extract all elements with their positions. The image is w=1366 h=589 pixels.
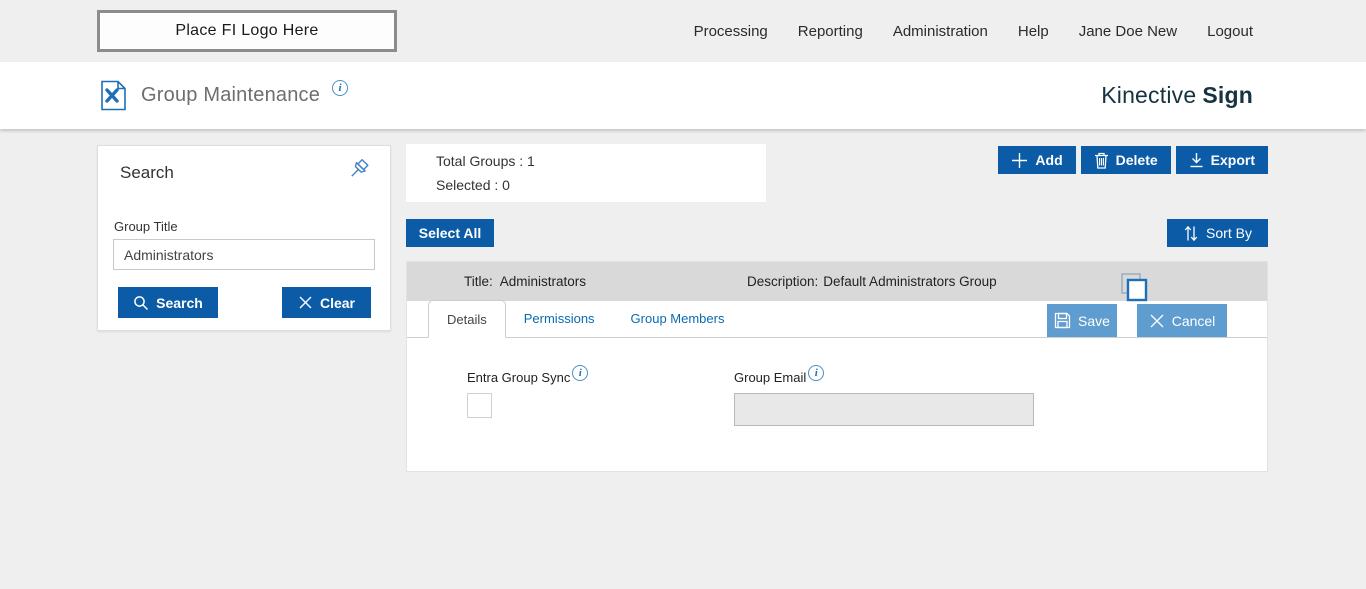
- export-button-label: Export: [1210, 152, 1255, 168]
- select-all-label: Select All: [418, 225, 482, 241]
- delete-button-label: Delete: [1115, 152, 1158, 168]
- group-email-input: [734, 393, 1034, 426]
- group-actions: Add Delete Export: [998, 146, 1268, 174]
- top-bar: Place FI Logo Here Processing Reporting …: [0, 0, 1366, 62]
- group-title-field: Title: Administrators: [464, 262, 586, 301]
- sort-arrows-icon: [1184, 225, 1198, 241]
- cancel-x-icon: [1150, 314, 1164, 327]
- fi-logo-text: Place FI Logo Here: [175, 22, 319, 39]
- entra-group-sync-label: Entra Group Sync: [467, 370, 571, 385]
- nav-item-processing[interactable]: Processing: [694, 23, 768, 40]
- copy-icon[interactable]: [1119, 272, 1149, 302]
- search-panel-title: Search: [120, 163, 174, 182]
- search-panel: Search Group Title Search: [97, 145, 391, 331]
- main-area: Search Group Title Search: [0, 129, 1366, 589]
- nav-item-reporting[interactable]: Reporting: [798, 23, 863, 40]
- brand-regular: Kinective: [1101, 82, 1197, 108]
- clear-button-label: Clear: [319, 294, 356, 311]
- fi-logo-placeholder: Place FI Logo Here: [97, 10, 397, 52]
- tab-permissions[interactable]: Permissions: [506, 300, 613, 337]
- pin-icon[interactable]: [345, 156, 372, 183]
- nav-item-logout[interactable]: Logout: [1207, 23, 1253, 40]
- entra-group-sync-label-block: Entra Group Sync i: [467, 365, 589, 387]
- clear-button[interactable]: Clear: [282, 287, 371, 318]
- group-email-info-icon[interactable]: i: [808, 365, 825, 381]
- sort-by-button[interactable]: Sort By: [1167, 219, 1268, 247]
- total-groups-text: Total Groups : 1: [436, 153, 535, 169]
- sort-by-label: Sort By: [1206, 225, 1252, 241]
- app-root: Place FI Logo Here Processing Reporting …: [0, 0, 1366, 589]
- nav-item-administration[interactable]: Administration: [893, 23, 988, 40]
- delete-button[interactable]: Delete: [1080, 146, 1171, 174]
- group-maintenance-doc-icon: [101, 80, 126, 111]
- brand-bold: Sign: [1202, 82, 1253, 108]
- group-title-input[interactable]: [113, 239, 375, 270]
- nav-item-help[interactable]: Help: [1018, 23, 1049, 40]
- clear-x-icon: [299, 296, 312, 309]
- export-button[interactable]: Export: [1175, 146, 1268, 174]
- tab-details[interactable]: Details: [428, 300, 506, 338]
- entra-group-sync-checkbox[interactable]: [467, 393, 492, 418]
- group-detail-panel: Title: Administrators Description: Default…: [406, 261, 1268, 472]
- nav-item-user[interactable]: Jane Doe New: [1079, 23, 1177, 40]
- group-title-field-value: Administrators: [499, 274, 587, 289]
- group-description-field: Description: Default Administrators Group: [747, 262, 997, 301]
- entra-group-sync-info-icon[interactable]: i: [572, 365, 589, 381]
- group-stats-panel: Total Groups : 1 Selected : 0: [406, 144, 766, 202]
- selected-count-text: Selected : 0: [436, 177, 510, 193]
- group-row-header[interactable]: Title: Administrators Description: Default…: [407, 262, 1267, 302]
- save-button-label: Save: [1078, 312, 1110, 329]
- cancel-button[interactable]: Cancel: [1137, 304, 1227, 337]
- group-title-field-label: Title:: [464, 274, 493, 289]
- tab-group-members[interactable]: Group Members: [613, 300, 743, 337]
- select-all-button[interactable]: Select All: [406, 219, 494, 247]
- top-navigation: Processing Reporting Administration Help…: [694, 0, 1253, 62]
- search-icon: [134, 295, 149, 310]
- search-button-label: Search: [156, 294, 203, 311]
- brand-logo: Kinective Sign: [1101, 62, 1253, 129]
- page-header: Group Maintenance i Kinective Sign: [0, 62, 1366, 129]
- save-button[interactable]: Save: [1047, 304, 1117, 337]
- download-icon: [1190, 153, 1203, 168]
- trash-icon: [1094, 152, 1108, 169]
- group-description-field-label: Description:: [747, 274, 819, 289]
- cancel-button-label: Cancel: [1171, 312, 1216, 329]
- page-title-info-icon[interactable]: i: [332, 79, 349, 96]
- plus-icon: [1012, 152, 1028, 168]
- save-floppy-icon: [1054, 312, 1071, 329]
- group-email-label: Group Email: [734, 370, 807, 385]
- group-title-label: Group Title: [114, 219, 178, 234]
- add-button-label: Add: [1035, 152, 1063, 168]
- search-button[interactable]: Search: [118, 287, 218, 318]
- add-button[interactable]: Add: [998, 146, 1076, 174]
- module-title-block: Group Maintenance i: [100, 62, 349, 129]
- group-email-label-block: Group Email i: [734, 365, 825, 387]
- group-description-field-value: Default Administrators Group: [823, 274, 997, 289]
- page-title: Group Maintenance: [141, 84, 321, 106]
